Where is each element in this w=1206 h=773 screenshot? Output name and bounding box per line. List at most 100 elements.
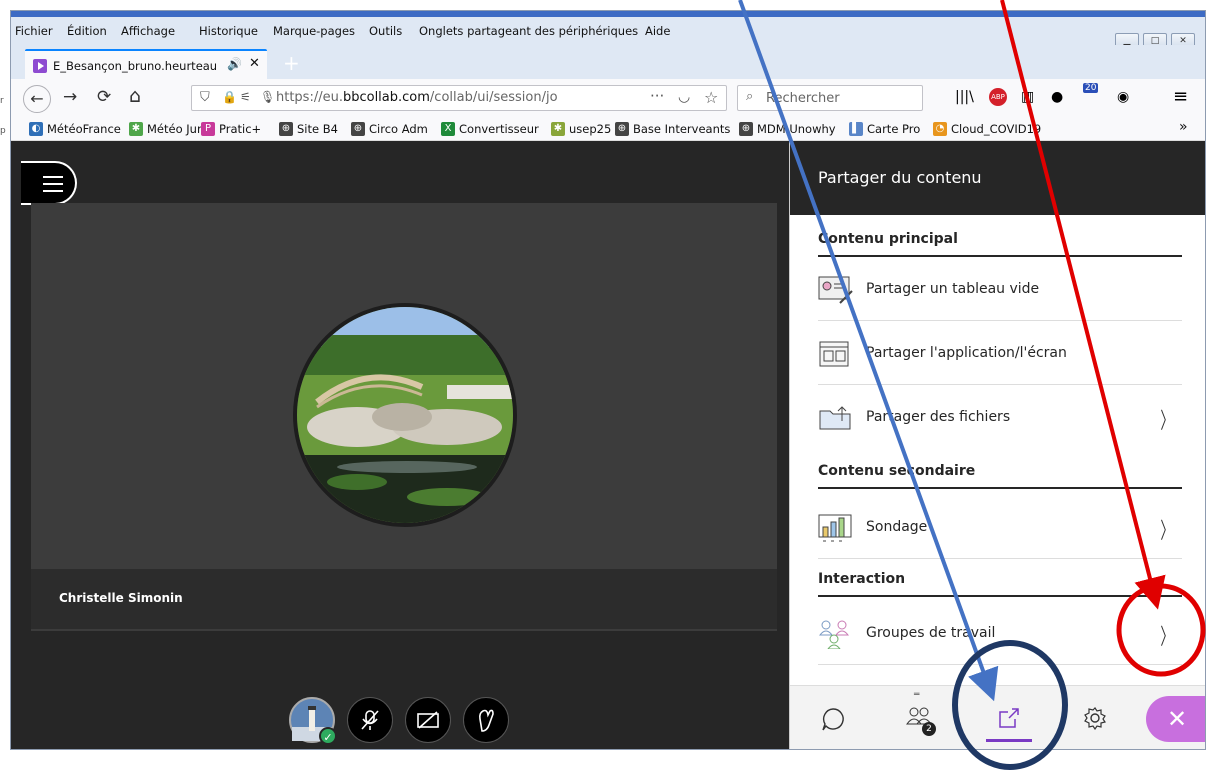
bookmark-10[interactable]: ▌ Carte Pro	[849, 122, 920, 136]
bookmark-label: usep25	[569, 122, 612, 136]
bookmark-label: Circo Adm	[369, 122, 428, 136]
bookmark-6[interactable]: X Convertisseur	[441, 122, 539, 136]
bookmark-9[interactable]: ⊕ MDM Unowhy	[739, 122, 836, 136]
lock-icon[interactable]: 🔒	[222, 90, 237, 104]
menu-edition[interactable]: Édition	[67, 24, 107, 38]
page-actions-button[interactable]: ···	[650, 87, 664, 105]
bookmark-label: MDM Unowhy	[757, 122, 836, 136]
settings-tab[interactable]	[1072, 696, 1118, 742]
bookmark-5[interactable]: ⊕ Circo Adm	[351, 122, 428, 136]
poll-label: Sondage	[866, 519, 928, 535]
media-controls: ✓	[289, 697, 509, 745]
background-page-text: r	[0, 96, 4, 106]
bookmark-favicon-icon: ⊕	[351, 122, 365, 136]
notifications-icon[interactable]: 20	[1083, 83, 1099, 93]
whiteboard-icon	[818, 276, 853, 304]
adblock-icon[interactable]: ABP	[989, 88, 1007, 106]
panel-header: Partager du contenu	[790, 141, 1205, 215]
menu-icon[interactable]: ≡	[1173, 86, 1188, 107]
poll-item[interactable]: Sondage 〉	[818, 497, 1182, 559]
collaborate-favicon-icon	[33, 59, 47, 73]
poll-chart-icon	[818, 514, 852, 542]
menu-fichier[interactable]: Fichier	[15, 24, 53, 38]
bookmark-7[interactable]: ✱ usep25	[551, 122, 611, 136]
chevron-right-icon[interactable]: 〉	[1160, 619, 1173, 651]
chat-tab[interactable]	[810, 696, 856, 742]
screen-share-icon	[819, 341, 849, 367]
pocket-icon[interactable]: ◡	[678, 89, 690, 105]
menu-historique[interactable]: Historique	[199, 24, 258, 38]
tracking-shield-icon[interactable]: ⛉	[200, 90, 210, 105]
share-whiteboard-label: Partager un tableau vide	[866, 281, 1040, 297]
menu-outils[interactable]: Outils	[369, 24, 402, 38]
tab-bar: E_Besançon_bruno.heurteau 🔊 ✕ +	[11, 45, 1205, 79]
gear-icon	[1084, 707, 1106, 731]
microphone-muted-button[interactable]	[347, 697, 393, 743]
chevron-right-icon[interactable]: 〉	[1160, 403, 1173, 435]
sidebar-icon[interactable]: ▥	[1021, 89, 1034, 105]
share-files-item[interactable]: Partager des fichiers 〉	[818, 387, 1182, 449]
bookmark-favicon-icon: ◐	[29, 122, 43, 136]
bookmark-2[interactable]: ✱ Météo Jura	[129, 122, 209, 136]
bookmark-4[interactable]: ⊕ Site B4	[279, 122, 338, 136]
home-button[interactable]: ⌂	[129, 86, 141, 106]
share-files-label: Partager des fichiers	[866, 409, 1011, 425]
menu-affichage[interactable]: Affichage	[121, 24, 175, 38]
bookmark-label: Cloud_COVID19	[951, 122, 1042, 136]
bookmark-favicon-icon: ✱	[551, 122, 565, 136]
attendees-tab[interactable]: 2	[896, 696, 942, 742]
new-tab-button[interactable]: +	[283, 51, 300, 75]
bookmark-favicon-icon: ⊕	[615, 122, 629, 136]
bookmark-favicon-icon: ⊕	[279, 122, 293, 136]
bookmark-8[interactable]: ⊕ Base Interveants	[615, 122, 730, 136]
camera-off-button[interactable]	[405, 697, 451, 743]
search-bar[interactable]: ⌕ Rechercher	[737, 85, 923, 111]
background-page-text: p	[0, 126, 6, 136]
bookmark-label: Carte Pro	[867, 122, 921, 136]
forward-button[interactable]: →	[63, 87, 77, 107]
bookmark-3[interactable]: P Pratic+	[201, 122, 261, 136]
tab-close-icon[interactable]: ✕	[249, 56, 260, 71]
menu-onglets[interactable]: Onglets partageant des périphériques	[419, 24, 638, 38]
url-text[interactable]: https://eu.bbcollab.com/collab/ui/sessio…	[276, 90, 598, 105]
share-content-tab[interactable]	[986, 696, 1032, 742]
microphone-icon[interactable]: 🎙	[260, 90, 275, 104]
permissions-icon[interactable]: ⚟	[240, 90, 251, 104]
menu-marque-pages[interactable]: Marque-pages	[273, 24, 355, 38]
speaker-icon[interactable]: 🔊	[227, 57, 242, 71]
section-secondary-content: Contenu secondaire	[818, 463, 1182, 489]
bookmark-label: Pratic+	[219, 122, 262, 136]
bookmark-star-icon[interactable]: ☆	[704, 88, 718, 107]
chat-icon	[822, 708, 844, 731]
account-icon[interactable]: ◉	[1117, 89, 1129, 105]
url-bar[interactable]: ⛉ 🔒 ⚟ 🎙 https://eu.bbcollab.com/collab/u…	[191, 85, 727, 111]
share-app-screen-item[interactable]: Partager l'application/l'écran	[818, 323, 1182, 385]
panel-title: Partager du contenu	[818, 168, 982, 187]
bookmark-favicon-icon: ◔	[933, 122, 947, 136]
navigation-bar: ← → ⟳ ⌂ ⛉ 🔒 ⚟ 🎙 https://eu.bbcollab.com/…	[11, 79, 1205, 117]
reload-button[interactable]: ⟳	[97, 87, 111, 107]
close-panel-button[interactable]: ✕	[1146, 696, 1205, 742]
browser-tab-active[interactable]: E_Besançon_bruno.heurteau 🔊 ✕	[25, 49, 267, 79]
bookmarks-overflow-button[interactable]: »	[1179, 119, 1188, 135]
bookmark-favicon-icon: ▌	[849, 122, 863, 136]
my-status-button[interactable]: ✓	[289, 697, 337, 745]
breakout-groups-item[interactable]: Groupes de travail 〉	[818, 603, 1182, 665]
menu-bar: Fichier Édition Affichage Historique Mar…	[11, 17, 1205, 49]
bookmark-label: Site B4	[297, 122, 338, 136]
participant-name: Christelle Simonin	[59, 591, 183, 605]
share-content-panel: Partager du contenu Contenu principal Pa…	[789, 141, 1205, 749]
extension-icon[interactable]: ●	[1051, 89, 1063, 105]
chevron-right-icon[interactable]: 〉	[1160, 513, 1173, 545]
share-whiteboard-item[interactable]: Partager un tableau vide	[818, 259, 1182, 321]
back-button[interactable]: ←	[23, 85, 51, 113]
bookmark-11[interactable]: ◔ Cloud_COVID19	[933, 122, 1041, 136]
library-icon[interactable]: |||\	[955, 89, 974, 105]
menu-aide[interactable]: Aide	[645, 24, 670, 38]
mic-off-icon	[361, 710, 379, 730]
collaborate-app: Christelle Simonin ✓ Partager du contenu…	[11, 141, 1205, 749]
bookmark-1[interactable]: ◐ MétéoFrance	[29, 122, 121, 136]
raise-hand-button[interactable]	[463, 697, 509, 743]
bookmark-favicon-icon: ✱	[129, 122, 143, 136]
session-menu-button[interactable]	[21, 161, 77, 205]
